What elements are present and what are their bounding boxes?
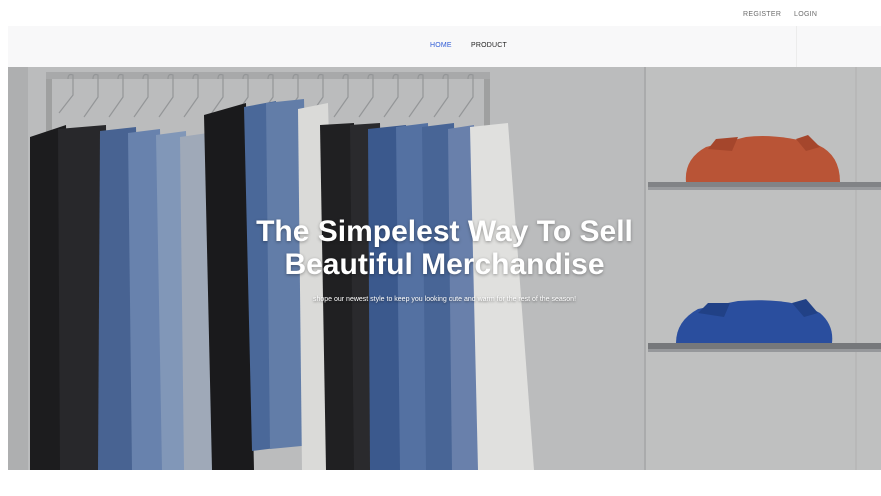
nav-product-link[interactable]: PRODUCT [471, 42, 507, 49]
register-link[interactable]: REGISTER [743, 11, 781, 18]
nav-divider [796, 26, 797, 67]
nav-home-link[interactable]: HOME [430, 42, 452, 49]
hero-title: The Simpelest Way To Sell Beautiful Merc… [8, 215, 881, 281]
main-nav: HOME PRODUCT [8, 26, 881, 67]
hero-title-line-1: The Simpelest Way To Sell [256, 215, 633, 248]
hero-subtitle: shope our newest style to keep you looki… [312, 296, 577, 303]
login-link[interactable]: LOGIN [794, 11, 817, 18]
hero-banner: The Simpelest Way To Sell Beautiful Merc… [8, 67, 881, 470]
top-bar: REGISTER LOGIN [0, 0, 881, 26]
hero-title-line-2: Beautiful Merchandise [284, 248, 605, 281]
